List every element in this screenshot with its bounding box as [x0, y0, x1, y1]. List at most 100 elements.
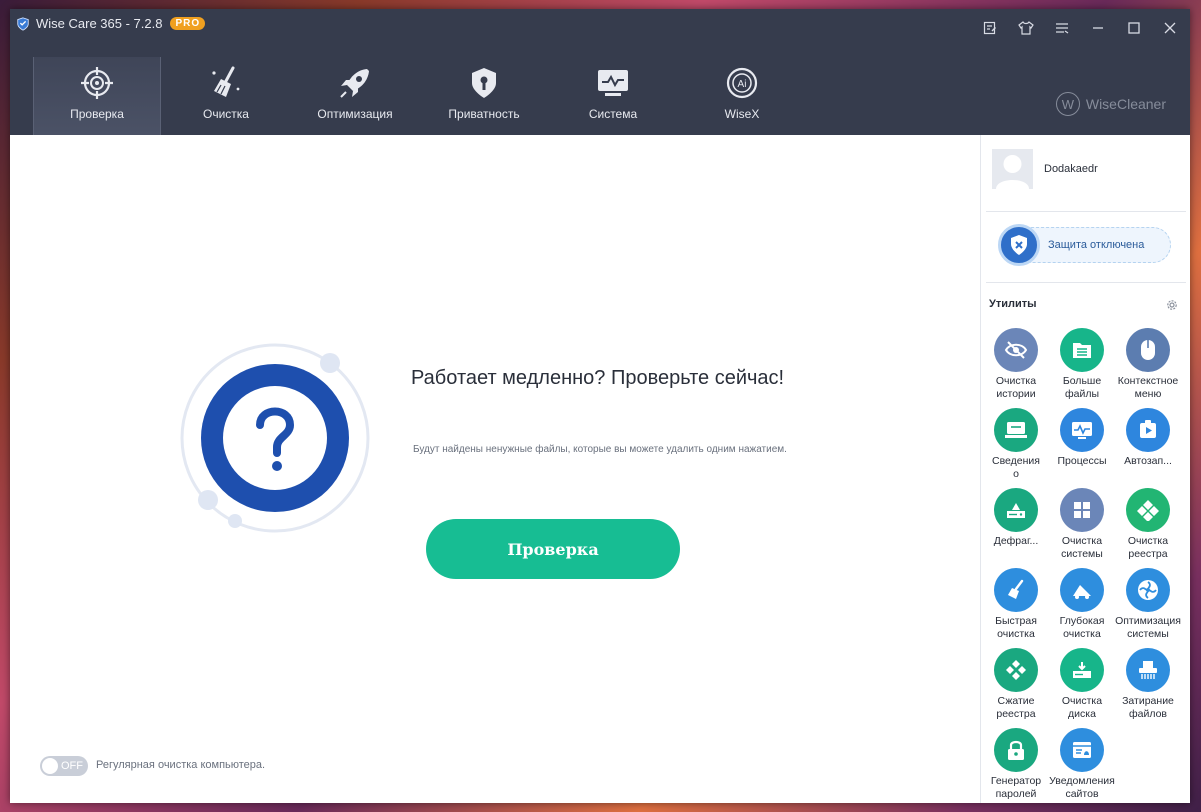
page-subtitle: Будут найдены ненужные файлы, которые вы… — [413, 444, 787, 455]
auto-clean-label: Регулярная очистка компьютера. — [96, 759, 266, 771]
tab-check[interactable]: Проверка — [33, 57, 161, 135]
utility-system-optimization[interactable]: Оптимизация системы — [1115, 568, 1181, 648]
utility-registry-defrag[interactable]: Сжатие реестра — [983, 648, 1049, 728]
utility-label: Очистка истории — [995, 375, 1037, 400]
avatar — [992, 149, 1033, 189]
window-title: Wise Care 365 - 7.2.8 — [36, 16, 163, 31]
tab-wisex[interactable]: Ai WiseX — [678, 57, 806, 135]
app-title: Wise Care 365 - 7.2.8 PRO — [16, 16, 206, 31]
utility-quick-clean[interactable]: Быстрая очистка — [983, 568, 1049, 648]
utility-label: Процессы — [1057, 455, 1107, 467]
toggle-state: OFF — [61, 760, 83, 772]
tab-cleanup[interactable]: Очистка — [162, 57, 290, 135]
target-icon — [81, 67, 113, 99]
windows-icon — [1060, 488, 1104, 532]
disk-cleanup-icon — [1060, 648, 1104, 692]
laptop-icon — [994, 408, 1038, 452]
utility-file-shredder[interactable]: Затирание файлов — [1115, 648, 1181, 728]
utility-label: Очистка реестра — [1127, 535, 1169, 560]
minimize-button[interactable] — [1088, 19, 1108, 37]
browser-bell-icon — [1060, 728, 1104, 772]
utility-startup[interactable]: Автозап... — [1115, 408, 1181, 488]
page-title: Работает медленно? Проверьте сейчас! — [411, 367, 785, 389]
wisecleaner-logo-icon: W — [1055, 92, 1080, 116]
fan-icon — [1126, 568, 1170, 612]
lock-icon — [994, 728, 1038, 772]
utility-label: Генератор паролей — [990, 775, 1042, 800]
rocket-icon — [340, 69, 369, 98]
utility-history-cleaner[interactable]: Очистка истории — [983, 328, 1049, 408]
question-mark-icon — [180, 343, 370, 533]
utility-registry-cleanup[interactable]: Очистка реестра — [1115, 488, 1181, 568]
user-profile[interactable]: Dodakaedr — [992, 149, 1098, 189]
activity-monitor-icon — [1060, 408, 1104, 452]
main-nav: Проверка Очистка Оптимизация Приватность… — [33, 57, 807, 135]
utilities-title: Утилиты — [989, 298, 1037, 310]
toggle-knob — [42, 758, 58, 774]
utility-label: Очистка диска — [1061, 695, 1103, 720]
monitor-icon — [598, 70, 628, 96]
utility-label: Быстрая очистка — [995, 615, 1037, 640]
play-icon — [1126, 408, 1170, 452]
utility-context-menu[interactable]: Контекстное меню — [1115, 328, 1181, 408]
wisecleaner-brand: W WiseCleaner — [1055, 92, 1166, 116]
shredder-icon — [1126, 648, 1170, 692]
svg-text:Ai: Ai — [738, 79, 747, 90]
shield-lock-icon — [472, 68, 496, 98]
broom-icon — [994, 568, 1038, 612]
maximize-button[interactable] — [1124, 19, 1144, 37]
skin-icon[interactable] — [1016, 19, 1036, 37]
utility-defrag[interactable]: Дефраг... — [983, 488, 1049, 568]
app-logo-icon — [17, 16, 29, 31]
scan-button[interactable]: Проверка — [426, 519, 680, 579]
app-window: Wise Care 365 - 7.2.8 PRO Проверка Очист… — [10, 9, 1190, 803]
tab-cleanup-label: Очистка — [203, 107, 249, 121]
protection-status[interactable]: Защита отключена — [998, 224, 1171, 266]
utility-disk-cleanup[interactable]: Очистка диска — [1049, 648, 1115, 728]
tab-system-label: Система — [588, 107, 638, 121]
username: Dodakaedr — [1044, 163, 1098, 175]
pro-badge: PRO — [170, 17, 206, 30]
registry-icon — [1126, 488, 1170, 532]
main-panel: Работает медленно? Проверьте сейчас! Буд… — [10, 135, 979, 803]
disk-defrag-icon — [994, 488, 1038, 532]
gear-icon[interactable] — [1165, 298, 1179, 312]
utility-label: Контекстное меню — [1117, 375, 1179, 400]
menu-icon[interactable] — [1052, 19, 1072, 37]
tab-wisex-label: WiseX — [724, 107, 760, 121]
close-button[interactable] — [1160, 19, 1180, 37]
tab-system[interactable]: Система — [549, 57, 677, 135]
utility-label: Уведомления сайтов — [1049, 775, 1115, 800]
utility-large-files[interactable]: Больше файлы — [1049, 328, 1115, 408]
utility-label: Сжатие реестра — [996, 695, 1036, 720]
utility-label: Больше файлы — [1062, 375, 1102, 400]
feedback-icon[interactable] — [980, 19, 1000, 37]
utility-label: Очистка системы — [1061, 535, 1103, 560]
protection-text: Защита отключена — [1048, 239, 1145, 251]
tab-privacy[interactable]: Приватность — [420, 57, 548, 135]
utility-site-notifications[interactable]: Уведомления сайтов — [1049, 728, 1115, 803]
utility-label: Сведения о — [992, 455, 1040, 480]
utility-password-generator[interactable]: Генератор паролей — [983, 728, 1049, 803]
tab-check-label: Проверка — [70, 107, 124, 121]
right-sidebar: Dodakaedr Защита отключена Утилиты Очист… — [980, 135, 1190, 803]
utility-label: Затирание файлов — [1122, 695, 1174, 720]
shield-off-icon — [998, 224, 1040, 266]
utility-label: Автозап... — [1124, 455, 1172, 467]
compress-registry-icon — [994, 648, 1038, 692]
utility-system-cleanup[interactable]: Очистка системы — [1049, 488, 1115, 568]
title-bar: Wise Care 365 - 7.2.8 PRO Проверка Очист… — [10, 9, 1190, 135]
tab-privacy-label: Приватность — [448, 107, 520, 121]
ai-icon: Ai — [726, 67, 758, 99]
auto-clean-toggle[interactable]: OFF — [40, 756, 88, 776]
utility-deep-clean[interactable]: Глубокая очистка — [1049, 568, 1115, 648]
broom-icon — [212, 66, 240, 97]
utility-label: Оптимизация системы — [1115, 615, 1181, 640]
tab-optimization[interactable]: Оптимизация — [291, 57, 419, 135]
eye-off-icon — [994, 328, 1038, 372]
vacuum-icon — [1060, 568, 1104, 612]
utility-system-info[interactable]: Сведения о — [983, 408, 1049, 488]
utility-label: Глубокая очистка — [1059, 615, 1105, 640]
utility-processes[interactable]: Процессы — [1049, 408, 1115, 488]
utilities-grid: Очистка истории Больше файлы Контекстное… — [983, 328, 1183, 803]
